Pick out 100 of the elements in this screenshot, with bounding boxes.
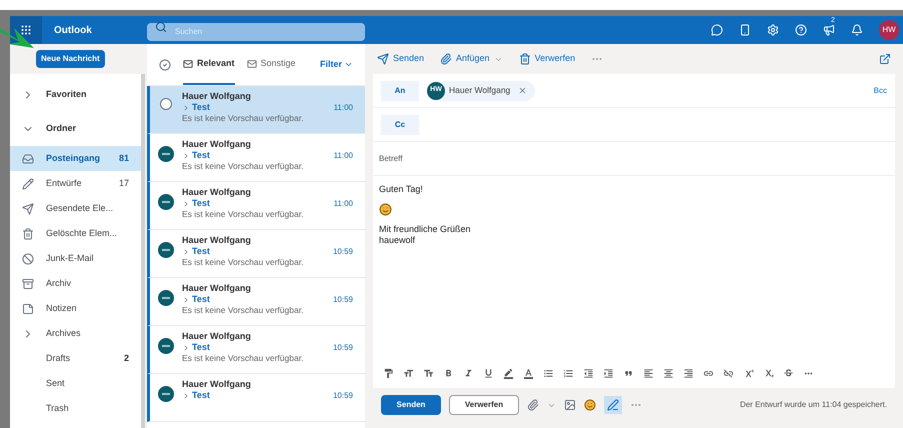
folder-item[interactable]: Sent <box>10 371 141 396</box>
subscript-icon[interactable] <box>763 368 774 378</box>
image-icon[interactable] <box>564 399 576 411</box>
align-left-icon[interactable] <box>643 368 654 378</box>
list-tab[interactable]: Sonstige <box>246 44 296 85</box>
message-subject: Test <box>192 246 210 257</box>
section-header[interactable]: Ordner <box>10 112 141 146</box>
message-time: 11:00 <box>334 150 353 161</box>
recipient-name: Hauer Wolfgang <box>449 84 510 97</box>
send-icon <box>22 202 34 214</box>
chevron-icon <box>182 392 190 400</box>
message-body[interactable]: Guten Tag! Mit freundliche Grüßen hauewolf <box>373 176 895 358</box>
folder-item[interactable]: Archives <box>10 321 141 346</box>
to-button[interactable]: An <box>381 80 419 100</box>
message-item[interactable]: Hauer Wolfgang Test 10:59 Es ist keine Vorschau verfügbar. <box>147 230 365 278</box>
toolbar-button[interactable]: Verwerfen <box>518 52 576 66</box>
folder-item[interactable]: Posteingang 81 <box>10 146 141 171</box>
chat-icon[interactable] <box>711 24 723 36</box>
message-item[interactable]: Hauer Wolfgang Test 10:59 Es ist keine Vorschau verfügbar. <box>147 326 365 374</box>
select-radio[interactable] <box>160 98 172 110</box>
paperclip-icon[interactable] <box>527 399 539 411</box>
save-status: Der Entwurf wurde um 11:04 gespeichert. <box>740 399 887 411</box>
app-launcher-icon[interactable] <box>20 24 32 36</box>
search-field[interactable]: Suchen <box>147 22 365 40</box>
phone-icon[interactable] <box>739 24 751 36</box>
folder-label: Archiv <box>46 276 72 290</box>
message-subject: Test <box>192 294 210 305</box>
sender-name: Hauer Wolfgang <box>182 186 252 198</box>
align-right-icon[interactable] <box>683 368 694 378</box>
underline-icon[interactable] <box>483 368 494 378</box>
message-preview: Es ist keine Vorschau verfügbar. <box>182 209 304 220</box>
sender-name: Hauer Wolfgang <box>182 378 252 390</box>
help-icon[interactable] <box>795 24 807 36</box>
mail-icon <box>183 58 193 68</box>
superscript-icon[interactable] <box>743 368 754 378</box>
new-message-button[interactable]: Neue Nachricht <box>36 50 105 68</box>
toolbar-button[interactable]: Anfügen <box>440 52 503 66</box>
select-all-icon[interactable] <box>159 58 171 70</box>
avatar[interactable]: HW <box>879 20 899 40</box>
folder-item[interactable]: Trash <box>10 396 141 421</box>
folder-item[interactable]: Gelöschte Elem... <box>10 221 141 246</box>
message-subject: Test <box>192 198 210 209</box>
section-header[interactable]: Favoriten <box>10 78 141 112</box>
send-button[interactable]: Senden <box>381 395 441 415</box>
unlink-icon[interactable] <box>723 368 734 378</box>
bcc-button[interactable]: Bcc <box>874 84 887 96</box>
folder-item[interactable]: Archiv <box>10 271 141 296</box>
text-size-icon[interactable] <box>423 368 434 378</box>
toolbar-button[interactable]: Senden <box>377 52 424 66</box>
filter-button[interactable]: Filter <box>320 58 353 72</box>
bullet-list-icon[interactable] <box>543 368 554 378</box>
trash-icon <box>518 53 531 65</box>
highlighter-icon[interactable] <box>503 368 514 378</box>
app-name[interactable]: Outlook <box>54 22 147 38</box>
sender-name: Hauer Wolfgang <box>182 330 252 342</box>
align-center-icon[interactable] <box>663 368 674 378</box>
unread-count: 17 <box>118 176 129 190</box>
message-item[interactable]: Hauer Wolfgang Test 11:00 Es ist keine Vorschau verfügbar. <box>147 86 365 134</box>
pen-toggle[interactable] <box>604 396 622 414</box>
folder-label: Archives <box>46 326 82 340</box>
settings-icon[interactable] <box>767 24 779 36</box>
bell-icon[interactable] <box>851 24 863 36</box>
folder-item[interactable]: Drafts 2 <box>10 346 141 371</box>
bold-icon[interactable] <box>443 368 454 378</box>
folder-item[interactable]: Notizen <box>10 296 141 321</box>
cc-button[interactable]: Cc <box>381 114 419 134</box>
message-item[interactable]: Hauer Wolfgang Test 11:00 Es ist keine Vorschau verfügbar. <box>147 134 365 182</box>
smiley-icon[interactable] <box>584 399 596 411</box>
folder-item[interactable]: Junk-E-Mail <box>10 246 141 271</box>
message-time: 10:59 <box>332 246 353 257</box>
sender-name: Hauer Wolfgang <box>182 234 252 246</box>
folder-item[interactable]: Entwürfe 17 <box>10 171 141 196</box>
message-preview: Es ist keine Vorschau verfügbar. <box>182 161 304 172</box>
folder-label: Entwürfe <box>46 176 83 190</box>
message-time: 10:59 <box>332 390 353 401</box>
message-preview: Es ist keine Vorschau verfügbar. <box>182 113 304 124</box>
sender-name: Hauer Wolfgang <box>182 138 252 150</box>
avatar-icon <box>158 146 174 162</box>
indent-increase-icon[interactable] <box>603 368 614 378</box>
message-item[interactable]: Hauer Wolfgang Test 11:00 Es ist keine Vorschau verfügbar. <box>147 182 365 230</box>
remove-icon[interactable] <box>518 86 528 95</box>
message-item[interactable]: Hauer Wolfgang Test 10:59 <box>147 374 365 422</box>
font-color-icon[interactable] <box>523 368 534 378</box>
font-size-icon[interactable] <box>403 368 414 378</box>
strikethrough-icon[interactable] <box>783 368 794 378</box>
italic-icon[interactable] <box>463 368 474 378</box>
megaphone-icon[interactable] <box>823 24 835 36</box>
indent-decrease-icon[interactable] <box>583 368 594 378</box>
sender-name: Hauer Wolfgang <box>182 282 252 294</box>
numbered-list-icon[interactable] <box>563 368 574 378</box>
body-line: Mit freundliche Grüßen <box>379 224 472 235</box>
paint-brush-icon[interactable] <box>383 368 394 378</box>
chevron-icon <box>182 344 190 352</box>
message-item[interactable]: Hauer Wolfgang Test 10:59 Es ist keine Vorschau verfügbar. <box>147 278 365 326</box>
folder-item[interactable]: Gesendete Ele... <box>10 196 141 221</box>
message-preview: Es ist keine Vorschau verfügbar. <box>182 305 304 316</box>
chevron-icon <box>182 248 190 256</box>
discard-button[interactable]: Verwerfen <box>449 395 519 415</box>
subject-field[interactable]: Betreff <box>379 152 889 164</box>
pop-out-icon[interactable] <box>879 53 891 65</box>
